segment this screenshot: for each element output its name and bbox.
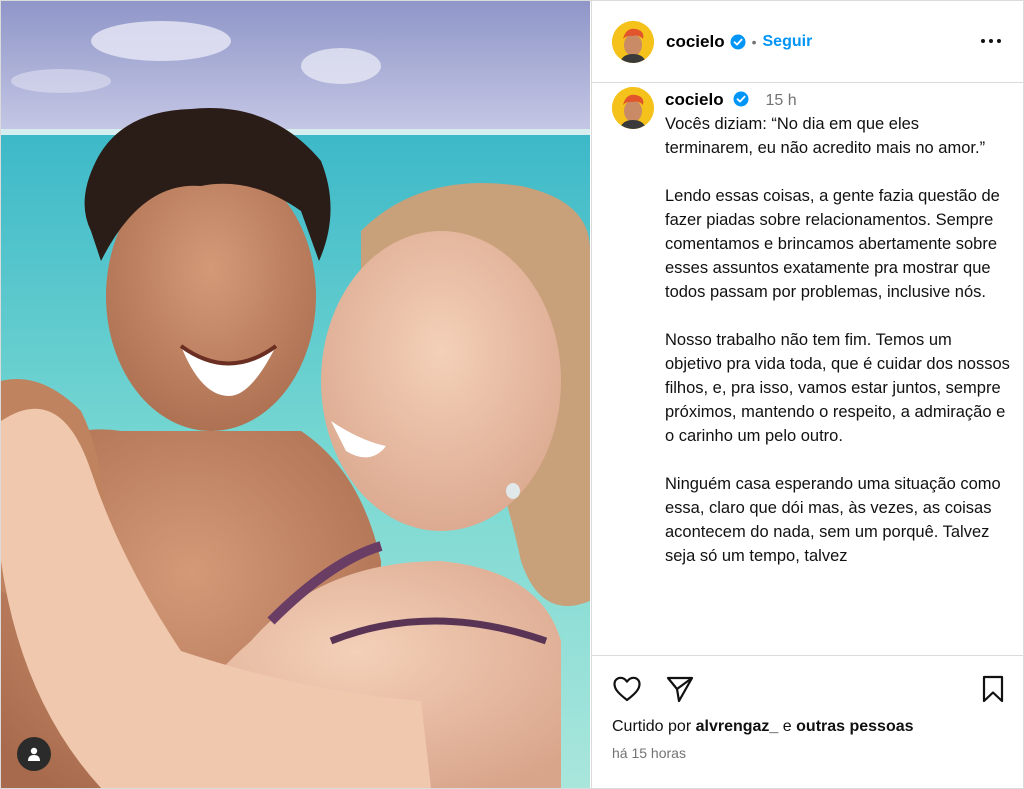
more-options-icon[interactable] (979, 29, 1003, 53)
couple-beach-photo (1, 1, 590, 788)
avatar[interactable] (612, 20, 654, 63)
user-tag-button[interactable] (17, 737, 51, 771)
header-identity: cocielo • Seguir (666, 32, 812, 52)
liked-by-line: Curtido por alvrengaz_ e outras pessoas (612, 718, 914, 736)
send-icon[interactable] (665, 674, 695, 704)
user-tag-icon (28, 747, 40, 761)
post-caption: Vocês diziam: “No dia em que eles termin… (665, 115, 1010, 565)
post-photo[interactable] (1, 1, 590, 788)
heart-icon[interactable] (612, 674, 642, 704)
caption-username[interactable]: cocielo (665, 90, 724, 109)
liked-user-link[interactable]: alvrengaz_ (696, 718, 779, 735)
caption-header: cocielo 15 h (665, 90, 797, 110)
profile-picture (612, 20, 654, 63)
caption-area[interactable]: cocielo 15 h Vocês diziam: “No dia em qu… (592, 83, 1023, 654)
username[interactable]: cocielo (666, 32, 725, 52)
verified-badge-icon (733, 91, 749, 107)
verified-badge-icon (730, 34, 746, 49)
post-time-short[interactable]: 15 h (766, 92, 797, 109)
post-time-long[interactable]: há 15 horas (612, 745, 686, 761)
caption-avatar[interactable] (612, 87, 654, 129)
liked-and: e (782, 718, 792, 735)
bookmark-icon[interactable] (978, 674, 1008, 704)
liked-prefix: Curtido por (612, 718, 692, 735)
separator-dot: • (751, 33, 757, 50)
post-header: cocielo • Seguir (592, 1, 1023, 83)
action-bar: Curtido por alvrengaz_ e outras pessoas … (592, 655, 1023, 788)
liked-others-link[interactable]: outras pessoas (796, 718, 913, 735)
post-details-panel: cocielo • Seguir cocielo 15 h Vocês dizi… (591, 1, 1023, 788)
profile-picture (612, 87, 654, 129)
follow-button[interactable]: Seguir (763, 33, 813, 51)
post-window: cocielo • Seguir cocielo 15 h Vocês dizi… (0, 0, 1024, 789)
